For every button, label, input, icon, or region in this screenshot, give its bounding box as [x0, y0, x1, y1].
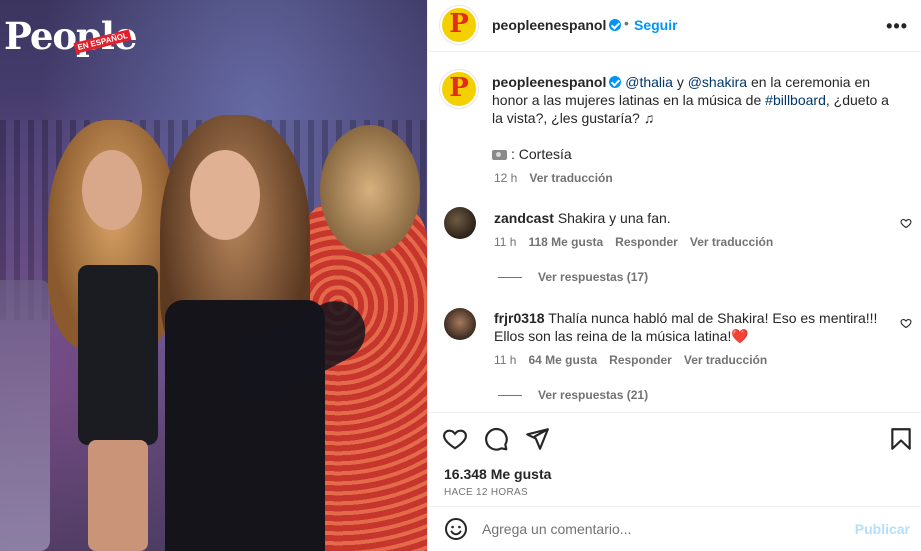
mention-shakira[interactable]: @shakira: [688, 74, 747, 90]
view-replies-button[interactable]: Ver respuestas (21): [498, 388, 648, 402]
person-left-edge: [0, 280, 50, 551]
verified-icon: [609, 76, 622, 88]
caption-username[interactable]: peopleenespanol: [492, 74, 606, 90]
shakira-dress: [78, 265, 158, 445]
heart-icon[interactable]: [442, 426, 468, 452]
replies-line: [498, 277, 522, 279]
replies-text[interactable]: Ver respuestas (17): [538, 270, 648, 284]
comment-likes[interactable]: 118 Me gusta: [528, 235, 603, 249]
comment-time[interactable]: 11 h: [494, 353, 516, 367]
caption-translate[interactable]: Ver traducción: [529, 171, 612, 185]
verified-icon: [609, 19, 622, 31]
caption-avatar[interactable]: P: [440, 70, 478, 108]
mention-thalia[interactable]: @thalia: [625, 74, 673, 90]
comment-icon[interactable]: [483, 426, 509, 452]
shakira-legs: [88, 440, 148, 551]
more-icon[interactable]: •••: [886, 16, 908, 37]
caption-credit: : Cortesía: [492, 146, 572, 162]
post-image[interactable]: People EN ESPAÑOL: [0, 0, 427, 551]
credit-text: : Cortesía: [511, 146, 572, 162]
comment-body: Shakira y una fan.: [557, 210, 671, 226]
camera-icon: [492, 150, 507, 160]
comment-heart-icon[interactable]: [900, 217, 912, 229]
commenter-avatar[interactable]: [444, 207, 476, 239]
post-time[interactable]: HACE 12 HORAS: [444, 487, 528, 498]
caption-text: peopleenespanol @thalia y @shakira en la…: [492, 73, 892, 127]
comment-username[interactable]: frjr0318: [494, 310, 545, 326]
comment-body: Thalía nunca habló mal de Shakira! Eso e…: [494, 310, 878, 344]
comment-time[interactable]: 11 h: [494, 235, 516, 249]
post-header: P peopleenespanol • Seguir •••: [428, 0, 921, 52]
replies-line: [498, 395, 522, 397]
likes-count[interactable]: 16.348 Me gusta: [444, 466, 551, 482]
comment-translate[interactable]: Ver traducción: [684, 353, 767, 367]
comment-input[interactable]: [482, 517, 842, 541]
comment-reply[interactable]: Responder: [609, 353, 672, 367]
separator-dot: •: [624, 15, 629, 31]
comment-text: zandcast Shakira y una fan.: [494, 209, 884, 227]
view-replies-button[interactable]: Ver respuestas (17): [498, 270, 648, 284]
comment-text: frjr0318 Thalía nunca habló mal de Shaki…: [494, 309, 884, 345]
smile-icon[interactable]: [444, 517, 468, 541]
caption-conj: y: [672, 74, 688, 90]
thalia-face: [190, 150, 260, 240]
share-icon[interactable]: [524, 426, 550, 452]
follow-button[interactable]: Seguir: [634, 17, 678, 33]
avatar-letter: P: [449, 9, 469, 39]
caption-avatar-letter: P: [449, 73, 469, 103]
add-comment-bar: Publicar: [428, 506, 921, 551]
comment-heart-icon[interactable]: [900, 317, 912, 329]
caption-meta: 12 h Ver traducción: [494, 171, 613, 185]
replies-text[interactable]: Ver respuestas (21): [538, 388, 648, 402]
comment-meta: 11 h 118 Me gusta Responder Ver traducción: [494, 235, 773, 249]
comment-reply[interactable]: Responder: [615, 235, 678, 249]
post-panel: P peopleenespanol • Seguir ••• P peoplee…: [427, 0, 921, 551]
avatar[interactable]: P: [440, 6, 478, 44]
bookmark-icon[interactable]: [888, 426, 914, 452]
action-bar: [428, 412, 921, 462]
comment-likes[interactable]: 64 Me gusta: [528, 353, 597, 367]
publish-button[interactable]: Publicar: [855, 521, 910, 537]
hashtag-billboard[interactable]: #billboard: [765, 92, 826, 108]
commenter-avatar[interactable]: [444, 308, 476, 340]
shakira-face: [82, 150, 142, 230]
comment-translate[interactable]: Ver traducción: [690, 235, 773, 249]
person-red-dress-hair: [320, 125, 420, 255]
header-username[interactable]: peopleenespanol: [492, 17, 622, 33]
caption-time[interactable]: 12 h: [494, 171, 517, 185]
comment-username[interactable]: zandcast: [494, 210, 554, 226]
comment-meta: 11 h 64 Me gusta Responder Ver traducción: [494, 353, 767, 367]
header-username-text[interactable]: peopleenespanol: [492, 17, 606, 33]
people-logo: People EN ESPAÑOL: [4, 14, 138, 58]
